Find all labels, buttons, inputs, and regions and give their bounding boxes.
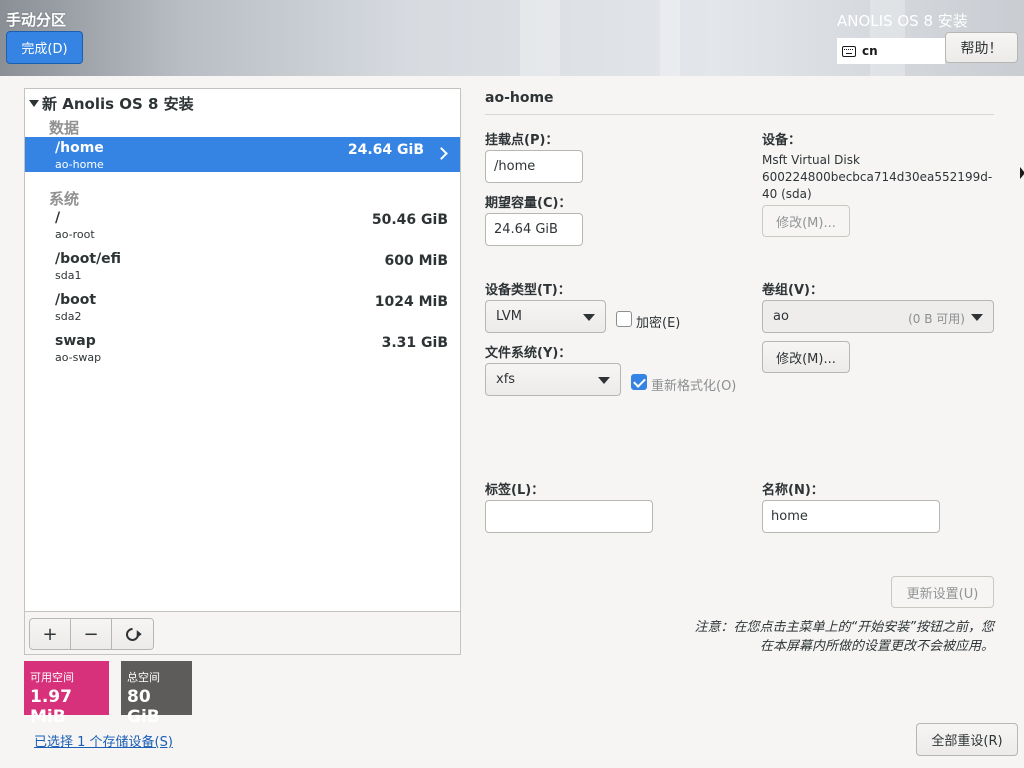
mount-size: 3.31 GiB <box>381 335 448 351</box>
chevron-right-icon <box>435 147 448 160</box>
total-space-label: 总空间 <box>127 671 160 684</box>
apply-note: 注意：在您点击主菜单上的“开始安装”按钮之前，您 在本屏幕内所做的设置更改不会被… <box>672 618 994 656</box>
device-line: 40 (sda) <box>762 187 812 201</box>
mount-device-name: ao-swap <box>55 351 102 364</box>
page-title: 手动分区 <box>6 11 67 29</box>
device-line: Msft Virtual Disk <box>762 153 860 167</box>
volume-group-label: 卷组(V)： <box>762 283 823 298</box>
mount-point-name: /home <box>55 140 104 156</box>
filesystem-select[interactable]: xfs <box>485 363 621 396</box>
total-space-value: 80 GiB <box>127 687 160 727</box>
done-button[interactable]: 完成(D) <box>6 31 83 64</box>
group-label-system: 系统 <box>49 190 80 208</box>
chevron-down-icon <box>971 314 983 321</box>
mount-row-boot-efi[interactable]: /boot/efi sda1 600 MiB <box>25 248 460 283</box>
toolbar-button-group: + − <box>29 618 154 650</box>
chevron-down-icon <box>583 314 595 321</box>
capacity-input[interactable]: 24.64 GiB <box>485 213 583 246</box>
header-banner: 手动分区 完成(D) ANOLIS OS 8 安装 cn 帮助！ <box>0 0 1024 76</box>
device-type-select[interactable]: LVM <box>485 300 606 333</box>
refresh-icon <box>123 624 142 644</box>
volume-group-select[interactable]: ao (0 B 可用) <box>762 300 994 333</box>
tag-label: 标签(L)： <box>485 483 545 498</box>
group-label-data: 数据 <box>49 119 80 137</box>
device-modify-button[interactable]: 修改(M)... <box>762 205 850 237</box>
total-space-box: 总空间 80 GiB <box>121 661 192 727</box>
installation-root[interactable]: 新 Anolis OS 8 安装 <box>29 93 194 114</box>
reset-all-button[interactable]: 全部重设(R) <box>916 723 1018 756</box>
filesystem-label: 文件系统(Y)： <box>485 346 572 361</box>
mount-row-boot[interactable]: /boot sda2 1024 MiB <box>25 289 460 324</box>
tag-input[interactable] <box>485 500 653 533</box>
keyboard-layout-label: cn <box>862 44 878 58</box>
installation-root-label: 新 Anolis OS 8 安装 <box>42 95 194 113</box>
mount-device-name: ao-root <box>55 228 95 241</box>
storage-devices-link[interactable]: 已选择 1 个存储设备(S) <box>34 731 173 750</box>
mount-device-name: sda2 <box>55 310 82 323</box>
mount-row-root[interactable]: / ao-root 50.46 GiB <box>25 207 460 242</box>
add-mount-point-button[interactable]: + <box>30 619 71 649</box>
keyboard-icon <box>842 45 856 57</box>
reformat-checkbox[interactable] <box>631 374 647 390</box>
mount-point-name: swap <box>55 333 96 349</box>
mount-point-name: /boot/efi <box>55 251 122 267</box>
device-label: 设备： <box>762 133 802 148</box>
mouse-cursor-icon <box>1020 167 1024 179</box>
available-space-label: 可用空间 <box>30 671 74 684</box>
name-label: 名称(N)： <box>762 483 824 498</box>
device-type-label: 设备类型(T)： <box>485 283 571 298</box>
name-input[interactable]: home <box>762 500 940 533</box>
volume-group-free: (0 B 可用) <box>908 312 965 326</box>
device-type-value: LVM <box>496 309 522 324</box>
mount-point-toolbar: + − <box>25 611 460 654</box>
chevron-down-icon <box>598 377 610 384</box>
mount-size: 24.64 GiB <box>347 142 424 158</box>
device-line: 600224800becbca714d30ea552199d- <box>762 170 993 184</box>
mount-device-name: ao-home <box>55 158 104 171</box>
encrypt-label[interactable]: 加密(E) <box>636 312 680 331</box>
mount-size: 1024 MiB <box>374 294 448 310</box>
filesystem-value: xfs <box>496 372 516 387</box>
product-title: ANOLIS OS 8 安装 <box>837 12 968 30</box>
mount-row-swap[interactable]: swap ao-swap 3.31 GiB <box>25 330 460 365</box>
volume-group-value: ao <box>773 309 789 324</box>
mount-point-panel: 新 Anolis OS 8 安装 数据 /home ao-home 24.64 … <box>24 88 461 655</box>
mount-point-input[interactable]: /home <box>485 150 583 183</box>
mount-point-name: /boot <box>55 292 97 308</box>
mount-point-label: 挂载点(P)： <box>485 133 559 148</box>
update-settings-button[interactable]: 更新设置(U) <box>891 576 994 608</box>
keyboard-layout-indicator[interactable]: cn <box>837 38 945 64</box>
device-description: Msft Virtual Disk 600224800becbca714d30e… <box>762 152 997 203</box>
available-space-value: 1.97 MiB <box>30 687 72 727</box>
mount-point-list: 新 Anolis OS 8 安装 数据 /home ao-home 24.64 … <box>25 89 460 611</box>
detail-separator <box>485 114 994 115</box>
encrypt-checkbox[interactable] <box>616 311 632 327</box>
mount-device-name: sda1 <box>55 269 82 282</box>
volume-group-modify-button[interactable]: 修改(M)... <box>762 341 850 373</box>
mount-point-name: / <box>55 210 61 226</box>
mount-size: 50.46 GiB <box>371 212 448 228</box>
refresh-button[interactable] <box>112 619 153 649</box>
mount-size: 600 MiB <box>384 253 449 269</box>
mount-row-home[interactable]: /home ao-home 24.64 GiB <box>25 137 460 172</box>
help-button[interactable]: 帮助！ <box>945 32 1018 63</box>
capacity-label: 期望容量(C)： <box>485 196 572 211</box>
apply-note-line: 注意：在您点击主菜单上的“开始安装”按钮之前，您 <box>694 620 994 635</box>
available-space-box: 可用空间 1.97 MiB <box>24 661 109 727</box>
expander-triangle-icon[interactable] <box>29 100 39 107</box>
remove-mount-point-button[interactable]: − <box>71 619 112 649</box>
detail-title: ao-home <box>485 90 554 106</box>
apply-note-line: 在本屏幕内所做的设置更改不会被应用。 <box>759 639 994 654</box>
reformat-label[interactable]: 重新格式化(O) <box>651 375 736 394</box>
